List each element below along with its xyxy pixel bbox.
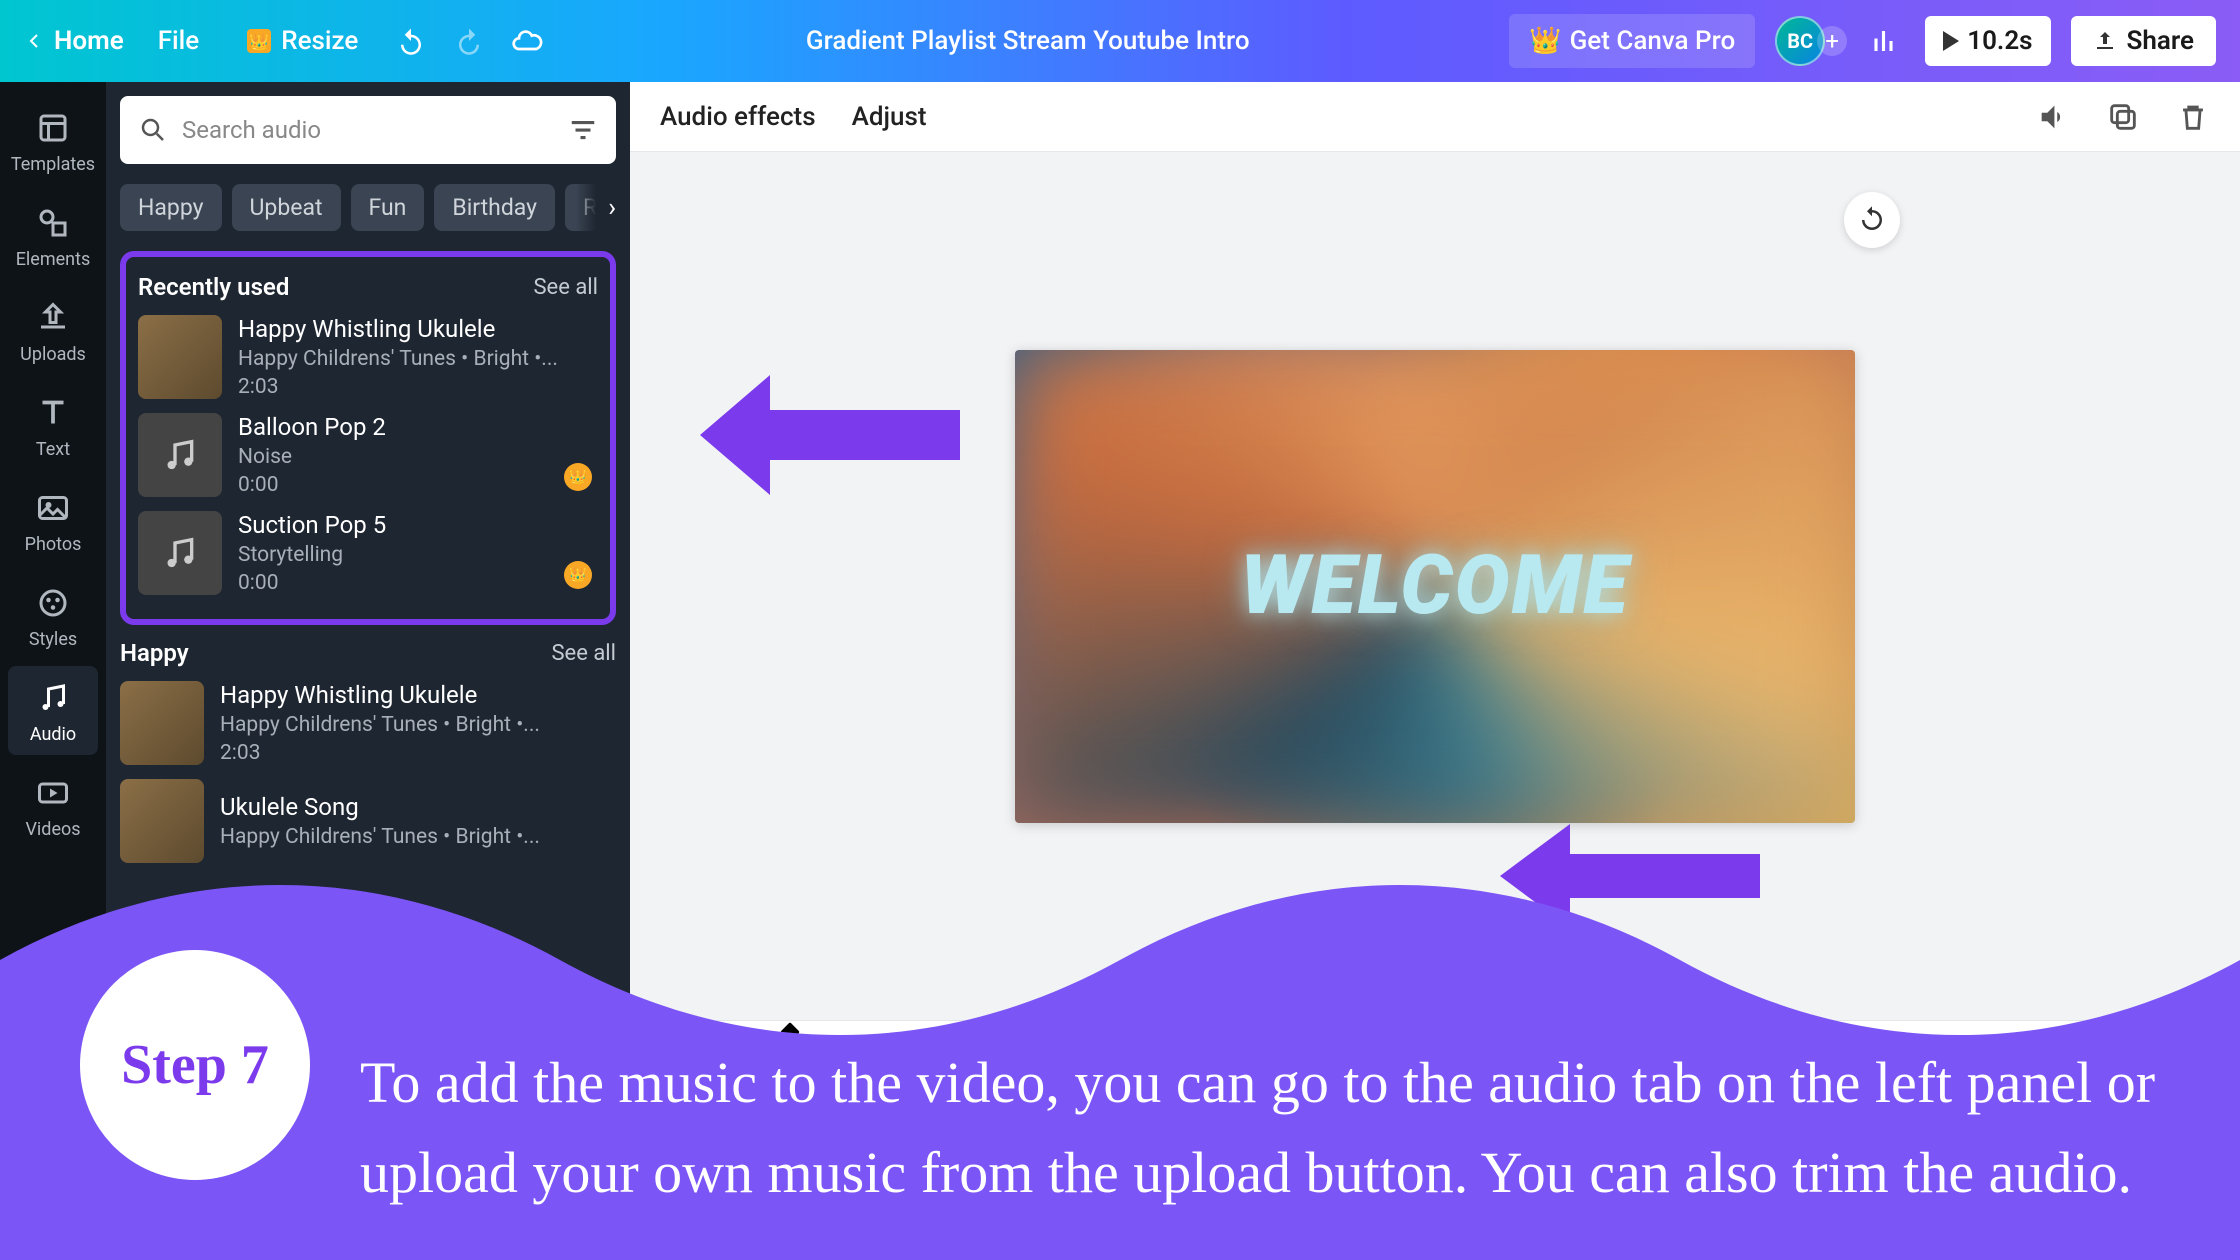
see-all-link[interactable]: See all xyxy=(533,275,598,300)
see-all-link[interactable]: See all xyxy=(551,641,616,666)
crown-icon: 👑 xyxy=(247,29,271,53)
audio-subtitle: Happy Childrens' Tunes • Bright •... xyxy=(220,713,616,737)
rail-label: Text xyxy=(36,439,70,460)
refresh-button[interactable] xyxy=(1844,192,1900,248)
chevron-left-icon xyxy=(24,31,44,51)
adjust-button[interactable]: Adjust xyxy=(852,102,927,132)
rail-label: Audio xyxy=(30,724,76,745)
audio-subtitle: Happy Childrens' Tunes • Bright •... xyxy=(238,347,598,371)
play-icon xyxy=(1943,31,1959,51)
audio-title: Balloon Pop 2 xyxy=(238,413,598,441)
add-member-button[interactable]: + xyxy=(1817,26,1847,56)
recently-used-section: Recently used See all Happy Whistling Uk… xyxy=(120,251,616,625)
step-badge: Step 7 xyxy=(80,950,310,1180)
home-label: Home xyxy=(54,26,124,56)
resize-button[interactable]: 👑 Resize xyxy=(233,26,372,56)
upload-icon xyxy=(2093,29,2117,53)
audio-subtitle: Storytelling xyxy=(238,543,598,567)
tag-happy[interactable]: Happy xyxy=(120,184,222,231)
home-button[interactable]: Home xyxy=(24,26,124,56)
section-title: Happy xyxy=(120,639,189,667)
duplicate-icon[interactable] xyxy=(2106,100,2140,134)
rail-audio[interactable]: Audio xyxy=(8,666,98,755)
rail-label: Elements xyxy=(16,249,91,270)
section-title: Recently used xyxy=(138,273,289,301)
premium-badge: 👑 xyxy=(564,561,592,589)
audio-item[interactable]: Balloon Pop 2 Noise 0:00👑 xyxy=(138,413,598,497)
present-duration-button[interactable]: 10.2s xyxy=(1925,16,2050,66)
rail-label: Styles xyxy=(29,629,77,650)
search-input[interactable] xyxy=(182,116,554,144)
share-label: Share xyxy=(2127,26,2194,56)
tutorial-text: To add the music to the video, you can g… xyxy=(360,1038,2200,1218)
redo-button[interactable] xyxy=(450,22,488,60)
audio-thumb xyxy=(120,681,204,765)
tag-upbeat[interactable]: Upbeat xyxy=(232,184,341,231)
tag-fun[interactable]: Fun xyxy=(351,184,425,231)
rail-elements[interactable]: Elements xyxy=(8,191,98,280)
annotation-arrow-left xyxy=(700,365,960,505)
audio-thumb xyxy=(138,511,222,595)
rail-label: Templates xyxy=(11,154,95,175)
volume-icon[interactable] xyxy=(2036,100,2070,134)
rail-label: Uploads xyxy=(20,344,86,365)
search-bar[interactable] xyxy=(120,96,616,164)
audio-item[interactable]: Suction Pop 5 Storytelling 0:00👑 xyxy=(138,511,598,595)
rail-styles[interactable]: Styles xyxy=(8,571,98,660)
audio-item[interactable]: Happy Whistling Ukulele Happy Childrens' … xyxy=(120,681,616,765)
rail-label: Videos xyxy=(25,819,80,840)
rail-videos[interactable]: Videos xyxy=(8,761,98,850)
duration-label: 10.2s xyxy=(1967,26,2032,56)
file-menu[interactable]: File xyxy=(144,26,214,56)
audio-title: Happy Whistling Ukulele xyxy=(220,681,616,709)
cloud-sync-icon[interactable] xyxy=(508,22,546,60)
happy-section: Happy See all Happy Whistling UkuleleHap… xyxy=(120,639,616,863)
canvas-toolbar: Audio effects Adjust xyxy=(630,82,2240,152)
pro-label: Get Canva Pro xyxy=(1570,26,1736,56)
search-icon xyxy=(138,115,168,145)
tutorial-overlay: Step 7 To add the music to the video, yo… xyxy=(0,840,2240,1260)
document-title[interactable]: Gradient Playlist Stream Youtube Intro xyxy=(566,26,1489,56)
audio-effects-button[interactable]: Audio effects xyxy=(660,102,816,132)
tag-birthday[interactable]: Birthday xyxy=(434,184,555,231)
tags-row: Happy Upbeat Fun Birthday Rock › xyxy=(120,184,616,231)
audio-title: Suction Pop 5 xyxy=(238,511,598,539)
insights-button[interactable] xyxy=(1867,22,1905,60)
share-button[interactable]: Share xyxy=(2071,16,2216,66)
trash-icon[interactable] xyxy=(2176,100,2210,134)
audio-item[interactable]: Happy Whistling Ukulele Happy Childrens' … xyxy=(138,315,598,399)
audio-title: Happy Whistling Ukulele xyxy=(238,315,598,343)
audio-duration: 2:03 xyxy=(220,741,616,765)
rail-templates[interactable]: Templates xyxy=(8,96,98,185)
rail-label: Photos xyxy=(25,534,82,555)
get-pro-button[interactable]: 👑 Get Canva Pro xyxy=(1509,14,1755,68)
audio-duration: 2:03 xyxy=(238,375,598,399)
audio-duration: 0:00 xyxy=(238,571,598,595)
resize-label: Resize xyxy=(281,26,358,56)
premium-badge: 👑 xyxy=(564,463,592,491)
audio-subtitle: Noise xyxy=(238,445,598,469)
top-bar: Home File 👑 Resize Gradient Playlist Str… xyxy=(0,0,2240,82)
rail-text[interactable]: Text xyxy=(8,381,98,470)
rail-photos[interactable]: Photos xyxy=(8,476,98,565)
canvas-frame[interactable]: WELCOME xyxy=(1015,350,1855,823)
canvas-welcome-text[interactable]: WELCOME xyxy=(1240,538,1630,634)
rail-uploads[interactable]: Uploads xyxy=(8,286,98,375)
undo-button[interactable] xyxy=(392,22,430,60)
audio-duration: 0:00 xyxy=(238,473,598,497)
crown-icon: 👑 xyxy=(1529,26,1561,56)
audio-title: Ukulele Song xyxy=(220,793,616,821)
audio-thumb xyxy=(138,413,222,497)
tags-scroll-right[interactable]: › xyxy=(576,184,616,231)
audio-thumb xyxy=(138,315,222,399)
filter-icon[interactable] xyxy=(568,115,598,145)
